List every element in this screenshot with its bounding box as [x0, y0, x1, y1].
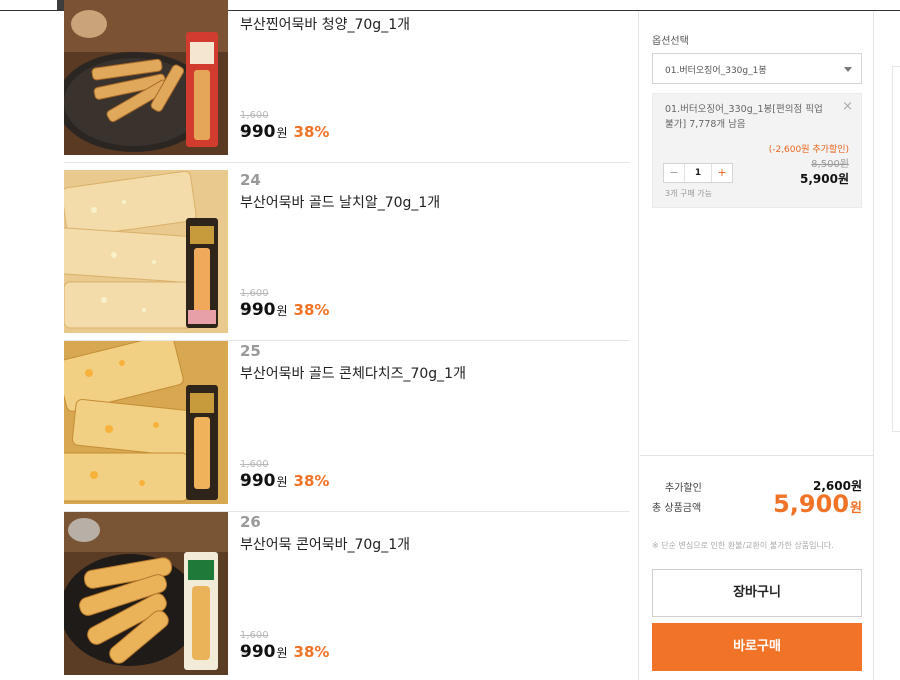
product-item[interactable]: 부산찐어묵바 청양_70g_1개 1,600원 990원 38% [64, 0, 630, 163]
sale-price: 990원 38% [240, 300, 329, 320]
selected-original-price: 8,500원 [811, 159, 849, 170]
product-item[interactable]: 24 부산어묵바 골드 날치알_70g_1개 1,600원 990원 38% [64, 170, 630, 341]
option-select-value: 01.버터오징어_330g_1봉 [665, 66, 767, 76]
chevron-down-icon [844, 67, 852, 72]
purchase-limit-note: 3개 구매 가능 [665, 189, 712, 198]
price-currency: 원 [276, 475, 288, 489]
side-panel-edge [892, 66, 900, 432]
product-item[interactable]: 26 부산어묵 콘어묵바_70g_1개 1,600원 990원 38% [64, 512, 630, 680]
product-thumbnail[interactable] [64, 512, 228, 675]
refund-notice: ※ 단순 변심으로 인한 환불/교환이 불가한 상품입니다. [652, 541, 834, 550]
increase-button[interactable]: + [712, 164, 732, 182]
product-thumbnail[interactable] [64, 341, 228, 504]
buy-now-button[interactable]: 바로구매 [652, 623, 862, 671]
add-to-cart-button[interactable]: 장바구니 [652, 569, 862, 617]
quantity-input[interactable]: 1 [684, 164, 712, 182]
product-thumbnail[interactable] [64, 170, 228, 333]
product-title[interactable]: 부산찐어묵바 청양_70g_1개 [240, 14, 410, 34]
total-unit: 원 [850, 501, 862, 516]
total-label: 총 상품금액 [652, 503, 702, 514]
total-amount: 5,900 [773, 490, 850, 518]
summary-divider [640, 455, 873, 456]
selected-option-name: 01.버터오징어_330g_1봉[편의점 픽업 불가] 7,778개 남음 [665, 104, 823, 130]
panel-divider [638, 11, 639, 680]
product-item[interactable]: 25 부산어묵바 골드 콘체다치즈_70g_1개 1,600원 990원 38% [64, 341, 630, 512]
product-thumbnail[interactable] [64, 0, 228, 155]
decrease-button[interactable]: − [664, 164, 684, 182]
discount-rate: 38% [293, 472, 330, 490]
extra-discount-note: (-2,600원 추가할인) [768, 145, 849, 155]
price-currency: 원 [276, 126, 288, 140]
price-amount: 990 [240, 122, 276, 142]
extra-discount-label: 추가할인 [665, 483, 702, 494]
product-title[interactable]: 부산어묵바 골드 콘체다치즈_70g_1개 [240, 363, 466, 383]
product-number: 24 [240, 171, 261, 189]
product-number: 26 [240, 513, 261, 531]
option-select[interactable]: 01.버터오징어_330g_1봉 [652, 53, 862, 84]
price-amount: 990 [240, 642, 276, 662]
selected-option-box: 01.버터오징어_330g_1봉[편의점 픽업 불가] 7,778개 남음 × … [652, 93, 862, 208]
price-amount: 990 [240, 471, 276, 491]
product-number: 25 [240, 342, 261, 360]
discount-rate: 38% [293, 643, 330, 661]
panel-divider-right [873, 11, 874, 680]
price-currency: 원 [276, 646, 288, 660]
price-amount: 990 [240, 300, 276, 320]
sale-price: 990원 38% [240, 122, 329, 142]
product-title[interactable]: 부산어묵바 골드 날치알_70g_1개 [240, 192, 440, 212]
sale-price: 990원 38% [240, 642, 329, 662]
selected-price: 5,900원 [800, 172, 849, 186]
discount-rate: 38% [293, 123, 330, 141]
total-price: 5,900원 [773, 490, 862, 518]
option-label: 옵션선택 [652, 36, 689, 47]
price-currency: 원 [276, 304, 288, 318]
sale-price: 990원 38% [240, 471, 329, 491]
product-title[interactable]: 부산어묵 콘어묵바_70g_1개 [240, 534, 410, 554]
close-icon[interactable]: × [842, 99, 853, 114]
quantity-stepper: − 1 + [663, 163, 733, 183]
discount-rate: 38% [293, 301, 330, 319]
